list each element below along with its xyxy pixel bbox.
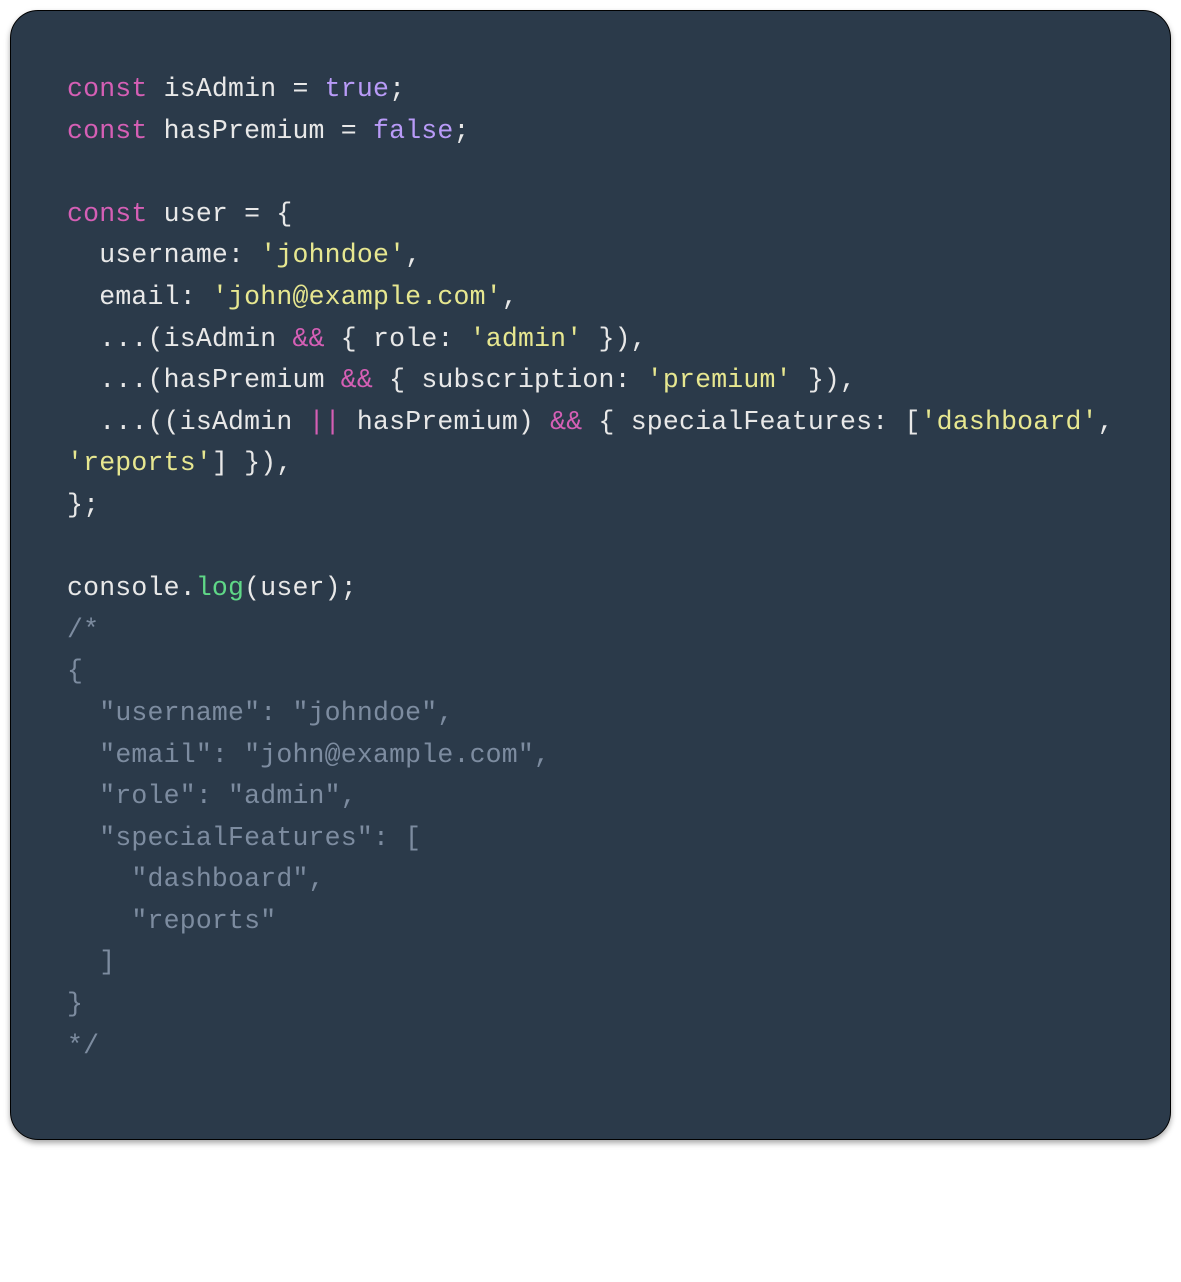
code-content: const isAdmin = true; const hasPremium =… [67, 69, 1130, 1067]
token-ident: email [99, 282, 180, 312]
token-str: 'dashboard' [921, 407, 1098, 437]
token-kw: const [67, 199, 148, 229]
token-ident: isAdmin [164, 74, 277, 104]
token-str: 'reports' [67, 448, 212, 478]
token-str: 'johndoe' [260, 240, 405, 270]
token-punc: { [341, 324, 373, 354]
token-punc: , [1098, 407, 1130, 437]
token-punc: ; [454, 116, 470, 146]
token-op: && [341, 365, 373, 395]
token-punc: : [615, 365, 631, 395]
token-str: 'john@example.com' [212, 282, 502, 312]
token-bool: false [373, 116, 454, 146]
token-ident: hasPremium [357, 407, 518, 437]
token-cm: "dashboard", [67, 864, 325, 894]
token-punc: : [228, 240, 244, 270]
token-punc: : [180, 282, 196, 312]
token-ident: isAdmin [164, 324, 277, 354]
token-punc: ...(( [99, 407, 180, 437]
token-ident: specialFeatures [631, 407, 873, 437]
token-punc: , [405, 240, 421, 270]
token-punc: : [437, 324, 453, 354]
token-punc: = [244, 199, 260, 229]
token-cm: { [67, 656, 83, 686]
token-cm: "reports" [67, 906, 276, 936]
token-ident: hasPremium [164, 365, 325, 395]
token-kw: const [67, 116, 148, 146]
token-punc: ...( [99, 365, 163, 395]
token-ident: isAdmin [180, 407, 293, 437]
token-op: && [292, 324, 324, 354]
token-punc: . [180, 573, 196, 603]
token-fn: log [196, 573, 244, 603]
token-ident: hasPremium [164, 116, 325, 146]
token-ident: subscription [421, 365, 614, 395]
token-punc: }), [792, 365, 856, 395]
token-ident: user [260, 573, 324, 603]
token-punc: }), [582, 324, 646, 354]
token-punc: ] }), [212, 448, 293, 478]
token-str: 'admin' [470, 324, 583, 354]
token-cm: "username": "johndoe", [67, 698, 453, 728]
token-punc: { [276, 199, 292, 229]
token-cm: ] [67, 947, 115, 977]
token-cm: } [67, 989, 83, 1019]
token-punc: ...( [99, 324, 163, 354]
token-punc: ; [389, 74, 405, 104]
code-block: const isAdmin = true; const hasPremium =… [10, 10, 1171, 1140]
token-ident: role [373, 324, 437, 354]
token-ident: console [67, 573, 180, 603]
token-punc: ); [325, 573, 357, 603]
token-ident: username [99, 240, 228, 270]
token-punc: , [502, 282, 518, 312]
token-punc: [ [904, 407, 920, 437]
token-punc: { [598, 407, 630, 437]
token-op: && [550, 407, 582, 437]
token-punc: ) [518, 407, 534, 437]
token-cm: "role": "admin", [67, 781, 357, 811]
token-punc: : [872, 407, 888, 437]
token-punc: ( [244, 573, 260, 603]
token-op: || [309, 407, 341, 437]
token-cm: "specialFeatures": [ [67, 823, 421, 853]
token-punc: }; [67, 490, 99, 520]
token-punc: = [341, 116, 357, 146]
token-punc: = [292, 74, 308, 104]
token-cm: */ [67, 1031, 99, 1061]
token-ident: user [164, 199, 228, 229]
token-bool: true [325, 74, 389, 104]
token-cm: /* [67, 615, 99, 645]
token-cm: "email": "john@example.com", [67, 740, 550, 770]
token-kw: const [67, 74, 148, 104]
token-str: 'premium' [647, 365, 792, 395]
token-punc: { [389, 365, 421, 395]
